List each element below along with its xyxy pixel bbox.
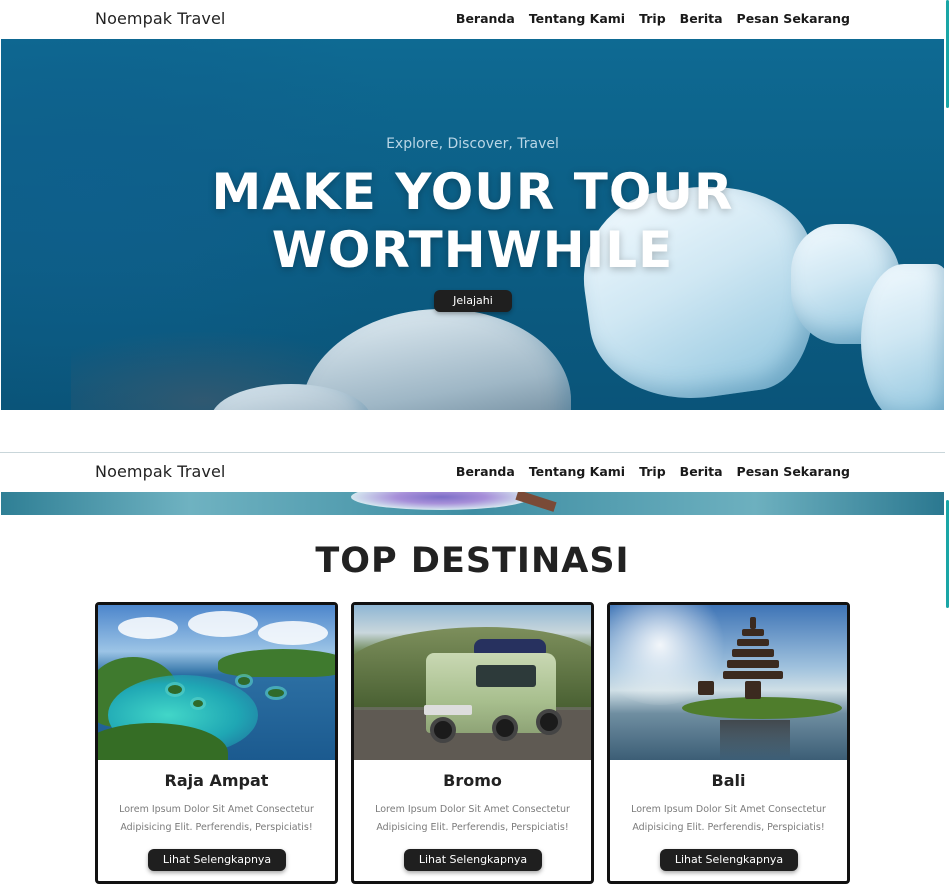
destination-name: Raja Ampat [164, 771, 269, 790]
destination-description: Lorem Ipsum Dolor Sit Amet Consectetur A… [119, 804, 314, 833]
hero-banner: Explore, Discover, Travel MAKE YOUR TOUR… [1, 39, 944, 410]
destination-photo-bromo [354, 605, 591, 760]
photo-islet [168, 685, 182, 694]
nav-item-tentang-kami[interactable]: Tentang Kami [529, 11, 625, 26]
photo-temple-base [745, 681, 761, 699]
photo-temple-tier [742, 629, 764, 636]
hero-ice-block [861, 264, 944, 410]
photo-islet [268, 689, 284, 697]
scrollbar-thumb[interactable] [946, 500, 949, 608]
nav-item-beranda[interactable]: Beranda [456, 464, 515, 479]
photo-cloud [258, 621, 328, 645]
destination-name: Bali [711, 771, 746, 790]
nav-item-beranda[interactable]: Beranda [456, 11, 515, 26]
nav-menu: Beranda Tentang Kami Trip Berita Pesan S… [456, 464, 850, 479]
see-more-button[interactable]: Lihat Selengkapnya [404, 849, 542, 871]
destination-card: Raja Ampat Lorem Ipsum Dolor Sit Amet Co… [95, 602, 338, 884]
destination-description: Lorem Ipsum Dolor Sit Amet Consectetur A… [375, 804, 570, 833]
top-navbar: Noempak Travel Beranda Tentang Kami Trip… [0, 0, 945, 39]
nav-menu: Beranda Tentang Kami Trip Berita Pesan S… [456, 11, 850, 26]
photo-cloud [118, 617, 178, 639]
section-title: TOP DESTINASI [315, 541, 630, 581]
photo-jeep-bumper [424, 705, 472, 715]
destination-card: Bali Lorem Ipsum Dolor Sit Amet Consecte… [607, 602, 850, 884]
hero-headline-line-2: WORTHWHILE [271, 221, 674, 279]
nav-item-berita[interactable]: Berita [680, 464, 723, 479]
scrollbar-thumb[interactable] [946, 0, 949, 108]
photo-hill [218, 649, 335, 677]
photo-jeep-wheel [492, 715, 518, 741]
photo-temple-island [682, 697, 842, 719]
brand-logo-text[interactable]: Noempak Travel [95, 462, 225, 481]
photo-cloud [188, 611, 258, 637]
hero-headline: MAKE YOUR TOUR WORTHWHILE [1, 163, 944, 279]
nav-item-berita[interactable]: Berita [680, 11, 723, 26]
nav-item-trip[interactable]: Trip [639, 464, 666, 479]
see-more-button[interactable]: Lihat Selengkapnya [660, 849, 798, 871]
photo-temple-tier [732, 649, 774, 657]
photo-jeep-window [476, 665, 536, 687]
photo-islet [238, 677, 250, 685]
hero-headline-line-1: MAKE YOUR TOUR [211, 163, 734, 221]
photo-temple-spire [750, 617, 756, 629]
hero-image-strip [1, 492, 944, 515]
nav-item-pesan-sekarang[interactable]: Pesan Sekarang [737, 464, 850, 479]
photo-islet [193, 700, 203, 707]
hero-tagline: Explore, Discover, Travel [386, 136, 559, 152]
photo-jeep-wheel [430, 717, 456, 743]
destination-photo-raja-ampat [98, 605, 335, 760]
brand-logo-text[interactable]: Noempak Travel [95, 9, 225, 28]
nav-item-pesan-sekarang[interactable]: Pesan Sekarang [737, 11, 850, 26]
nav-item-trip[interactable]: Trip [639, 11, 666, 26]
photo-small-shrine [698, 681, 714, 695]
destination-card: Bromo Lorem Ipsum Dolor Sit Amet Consect… [351, 602, 594, 884]
destination-name: Bromo [443, 771, 502, 790]
nav-item-tentang-kami[interactable]: Tentang Kami [529, 464, 625, 479]
destination-photo-bali [610, 605, 847, 760]
destination-description: Lorem Ipsum Dolor Sit Amet Consectetur A… [631, 804, 826, 833]
photo-temple-tier [727, 660, 779, 668]
explore-button[interactable]: Jelajahi [434, 290, 512, 312]
photo-jeep-wheel [536, 709, 562, 735]
sticky-navbar: Noempak Travel Beranda Tentang Kami Trip… [0, 452, 945, 491]
photo-reflection [720, 720, 790, 760]
see-more-button[interactable]: Lihat Selengkapnya [148, 849, 286, 871]
strip-image-detail [351, 492, 531, 510]
photo-temple-tier [737, 639, 769, 646]
photo-temple-tier [723, 671, 783, 679]
